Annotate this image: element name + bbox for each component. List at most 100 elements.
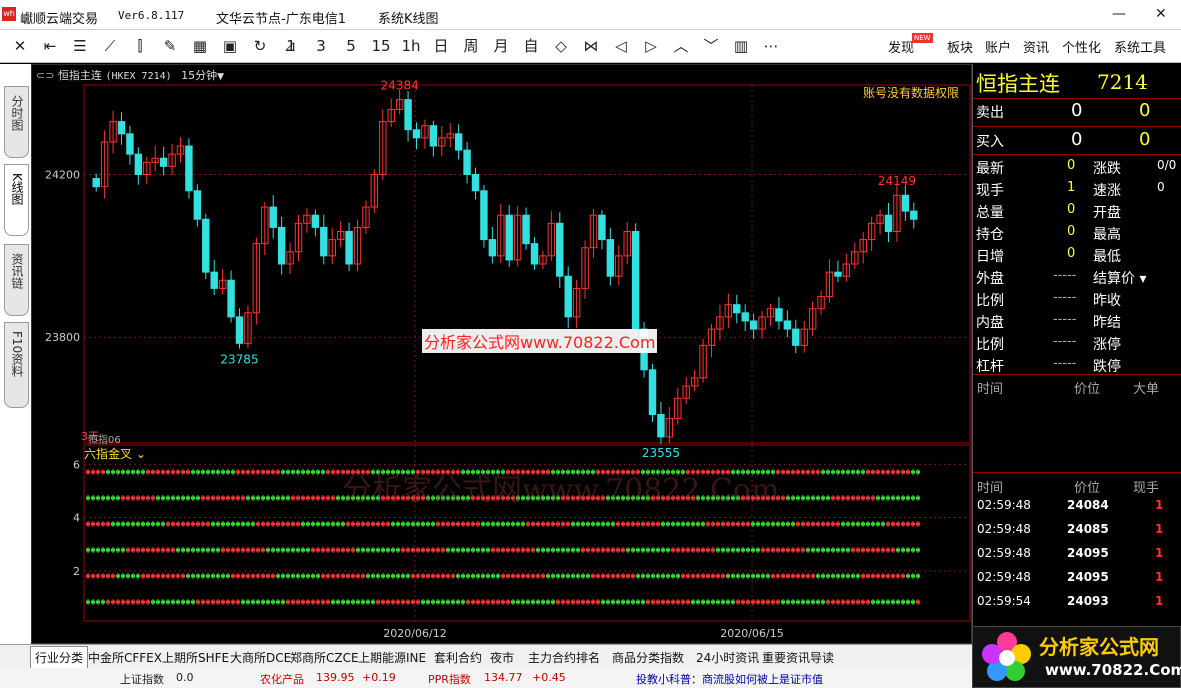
menu-news[interactable]: 资讯 [1023,37,1049,56]
indicator-label: 六指金叉 [84,447,133,461]
quote-field-label: 外盘 [976,271,1004,287]
chevron-down-icon[interactable]: ▼ [217,72,224,82]
quote-field-value: 0 [1067,224,1076,239]
zoom-out-icon[interactable]: ⋈ [580,38,602,54]
big-header-big: 大单 [1133,382,1160,397]
quote-field-label: 最高 [1093,227,1121,243]
trade-header-qty: 现手 [1133,481,1160,496]
indicator-tick-label: 6 [73,458,80,471]
kline-chart-panel[interactable]: 24200 23800 2020/06/12 2020/06/15 24384 23785… [31,64,972,644]
period-month[interactable]: 月 [490,38,512,54]
indicator-name[interactable]: 六指金叉 ⌄ [84,445,146,462]
trade-time: 02:59:48 [977,570,1031,584]
exchange-tab[interactable]: 上期所SHFE [162,649,229,666]
quote-field-label: 速涨 [1093,183,1121,199]
arrow-left-icon[interactable]: ◁ [610,38,632,54]
candle-body [775,308,783,322]
exchange-tab[interactable]: 套利合约 [434,649,482,666]
refresh-icon[interactable]: ↻ [249,38,271,54]
menu-account[interactable]: 账户 [985,37,1011,56]
tab-label: F10资料 [10,331,24,378]
main-plot-frame [83,84,971,444]
line-chart-icon[interactable]: ⟋ [99,38,121,54]
period-5[interactable]: 5 [340,38,362,54]
candle-body [159,157,168,167]
tab-kline[interactable]: K线图 [4,164,29,236]
exchange-tab[interactable]: 郑商所CZCE [290,649,359,666]
exchange-tab[interactable]: 上期能源INE [358,649,426,666]
exchange-tab[interactable]: 夜市 [490,649,514,666]
app-logo-icon: wh [2,7,16,21]
quote-field-label: 比例 [976,293,1004,309]
period-custom[interactable]: 自 [520,38,542,54]
zoom-in-icon[interactable]: ◇ [550,38,572,54]
exchange-tab[interactable]: 重要资讯导读 [762,649,834,666]
chevron-down-icon[interactable]: ﹀ [700,38,722,54]
quote-field-value: 0 [1067,202,1076,217]
tab-f10[interactable]: F10资料 [4,322,29,408]
tab-news-chain[interactable]: 资讯链 [4,244,29,316]
quote-field-label: 涨跌 [1093,161,1121,177]
candle-body [901,194,910,212]
close-doc-icon[interactable]: ✕ [9,38,31,54]
exchange-tab[interactable]: 行业分类 [30,646,89,669]
tab-timeshare[interactable]: 分时图 [4,86,29,158]
buy-price: 0 [1071,129,1083,150]
period-15[interactable]: 15 [370,38,392,54]
period-day[interactable]: 日 [430,38,452,54]
kline-chart[interactable]: 24200 23800 2020/06/12 2020/06/15 24384 23785… [32,65,973,645]
chart-period[interactable]: 15分钟 [181,69,217,82]
trade-qty: 1 [1155,546,1164,560]
candle-body [185,145,193,192]
menu-discover[interactable]: 发现 [888,37,914,56]
status-news[interactable]: 投教小科普：商流股如何被上是证市值 [636,671,823,687]
candle-body [454,133,463,151]
period-week[interactable]: 周 [460,38,482,54]
more-icon[interactable]: ⋯ [760,38,782,54]
candle-body [227,279,235,318]
candle-body [505,214,513,261]
trade-price: 24085 [1067,522,1109,536]
menu-personalize[interactable]: 个性化 [1062,37,1101,56]
quote-field-value: 0 [1157,180,1165,194]
candle-body [412,129,421,139]
layout-icon[interactable]: ▥ [730,38,752,54]
link-icon: ⊂⊃ [36,69,55,82]
save-icon[interactable]: ▣ [219,38,241,54]
menu-system-tools[interactable]: 系统工具 [1114,37,1166,56]
arrow-right-icon[interactable]: ▷ [640,38,662,54]
candle-body [202,218,210,273]
trade-qty: 1 [1155,522,1164,536]
menu-sectors[interactable]: 板块 [947,37,973,56]
quote-code: 7214 [1097,70,1148,94]
index-value: 0.0 [176,671,194,684]
quote-field-value: 1 [1067,180,1076,195]
list-icon[interactable]: ☰ [69,38,91,54]
grid-icon[interactable]: ▦ [189,38,211,54]
candle-body [235,316,244,344]
status-v4: 134.77 [484,671,523,684]
candle-icon[interactable]: ⫿ [129,38,151,54]
exchange-tab[interactable]: 商品分类指数 [612,649,684,666]
back-icon[interactable]: ⇤ [39,38,61,54]
quote-field-value: 0/0 [1157,158,1177,172]
period-1h[interactable]: 1h [400,38,422,54]
draw-icon[interactable]: ✎ [159,38,181,54]
exchange-tab[interactable]: 24小时资讯 [696,649,759,666]
exchange-tab[interactable]: 主力合约排名 [528,649,600,666]
minimize-icon[interactable]: — [1112,6,1126,22]
trade-time: 02:59:48 [977,522,1031,536]
buy-volume: 0 [1139,129,1151,150]
sell-label: 卖出 [976,105,1004,121]
brand-logo: 分析家公式网 www.70822.Com [972,626,1181,688]
exchange-tab[interactable]: 中金所CFFEX [88,649,162,666]
close-icon[interactable]: ✕ [1155,6,1167,22]
exchange-tab[interactable]: 大商所DCE [230,649,291,666]
chevron-up-icon[interactable]: ︿ [670,38,692,54]
quote-field-value: ----- [1053,290,1077,305]
period-3[interactable]: 3 [310,38,332,54]
quote-field-label: 结算价 ▾ [1093,271,1147,287]
period-1[interactable]: 1 [280,38,302,54]
toolbar: ✕ ⇤ ☰ ⟋ ⫿ ✎ ▦ ▣ ↻ ⊿ 1 3 5 15 1h 日 周 月 自 … [0,30,1181,63]
candle-body [606,239,615,277]
